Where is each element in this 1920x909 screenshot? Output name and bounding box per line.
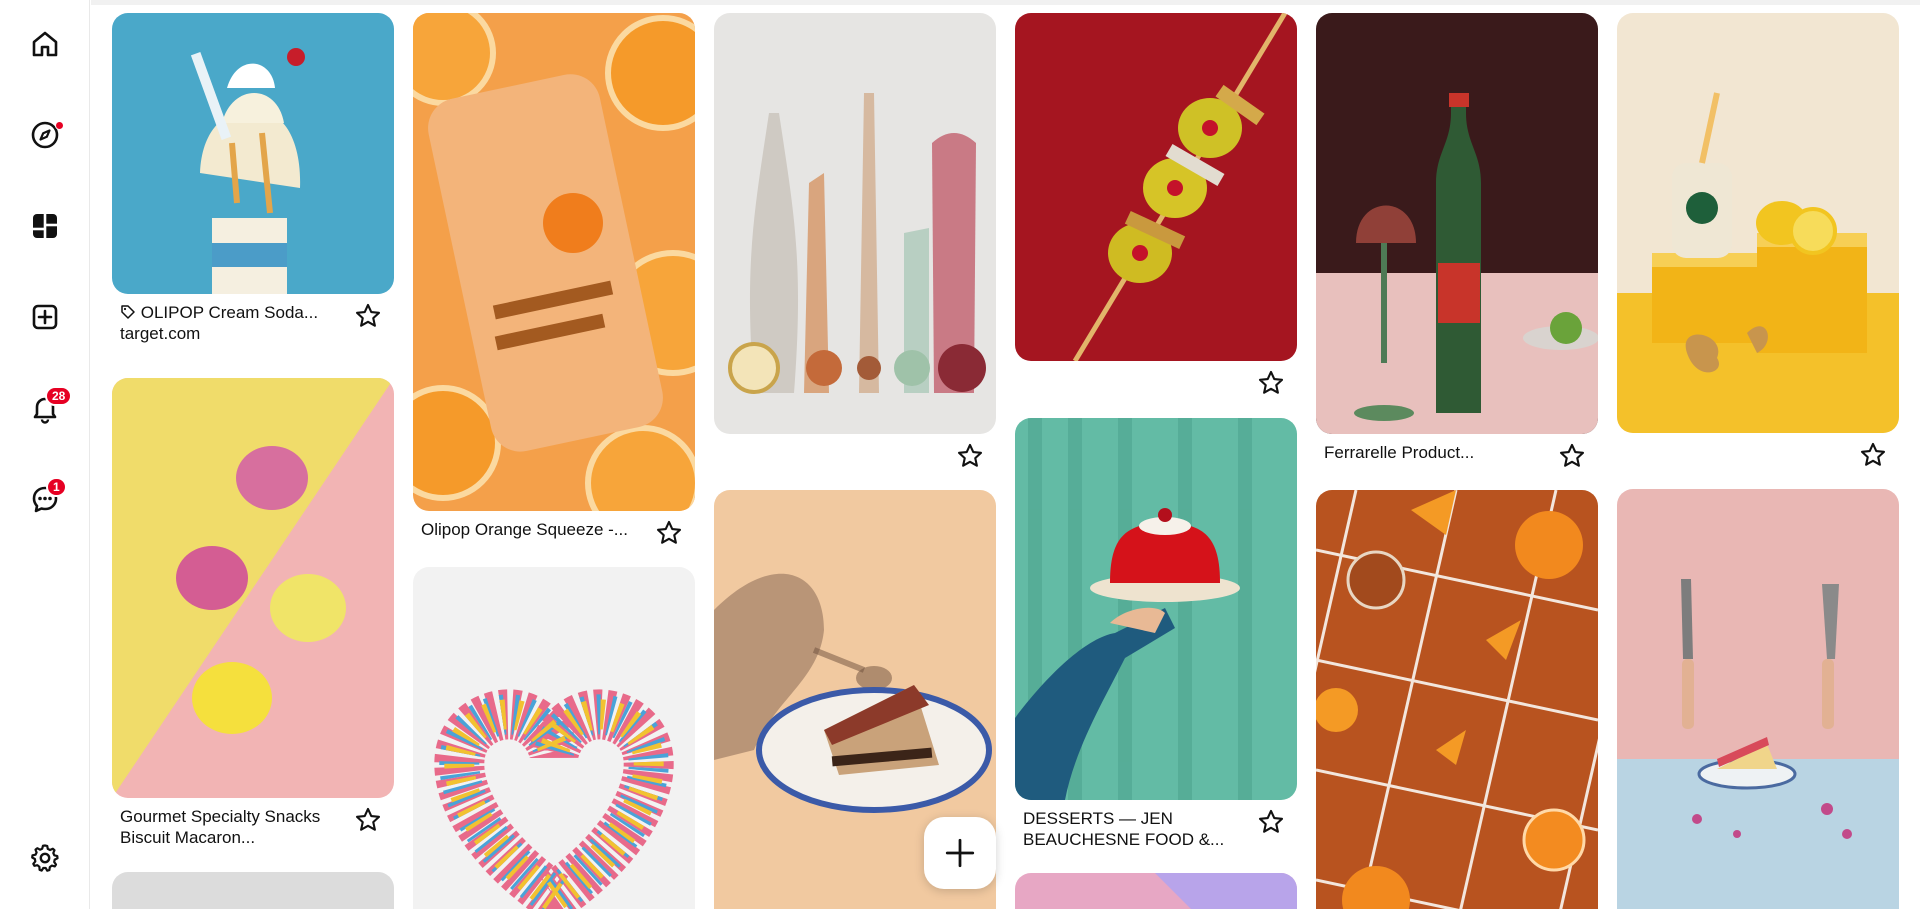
pin-footer: Olipop Orange Squeeze -...	[413, 511, 695, 571]
pin-image[interactable]	[413, 13, 695, 511]
desserts-jello-image	[1015, 418, 1297, 800]
pin-title-block: OLIPOP Cream Soda... target.com	[120, 302, 340, 344]
sidebar-item-explore[interactable]	[21, 111, 69, 159]
sprinkles-heart-image	[413, 567, 695, 909]
star-icon	[1258, 370, 1284, 394]
gear-icon	[31, 844, 59, 872]
floating-add-button[interactable]	[924, 817, 996, 889]
home-icon	[32, 31, 58, 57]
pin-sprinkles-heart[interactable]	[413, 567, 695, 909]
pin-footer	[1617, 433, 1899, 493]
star-icon	[656, 520, 682, 544]
pin-footer	[1015, 361, 1297, 421]
save-star-button[interactable]	[655, 519, 683, 547]
save-star-button[interactable]	[1257, 808, 1285, 836]
sidebar: 28 1	[0, 0, 90, 909]
pin-partial-col1[interactable]	[112, 872, 394, 909]
knife-fork-cake-image	[1617, 489, 1899, 909]
notifications-badge: 28	[45, 386, 73, 406]
pin-image[interactable]	[112, 13, 394, 294]
pin-footer: DESSERTS — JEN BEAUCHESNE FOOD &...	[1015, 800, 1297, 860]
save-star-button[interactable]	[1257, 369, 1285, 397]
star-icon	[1559, 443, 1585, 467]
explore-notification-dot	[55, 121, 64, 130]
sidebar-item-messages[interactable]: 1	[21, 475, 69, 523]
save-star-button[interactable]	[354, 302, 382, 330]
pin-footer: Ferrarelle Product...	[1316, 434, 1598, 494]
pin-image[interactable]	[714, 13, 996, 434]
save-star-button[interactable]	[956, 442, 984, 470]
olipop-cream-soda-image	[112, 13, 394, 294]
pin-title[interactable]: DESSERTS — JEN BEAUCHESNE FOOD &...	[1023, 808, 1243, 850]
pin-image[interactable]	[1316, 490, 1598, 909]
pin-image[interactable]	[112, 872, 394, 909]
pin-footer: Gourmet Specialty Snacks Biscuit Macaron…	[112, 798, 394, 858]
sidebar-item-create[interactable]	[21, 293, 69, 341]
boards-icon	[33, 214, 57, 238]
pin-image[interactable]	[1015, 873, 1297, 909]
pin-footer: OLIPOP Cream Soda... target.com	[112, 294, 394, 354]
pin-image[interactable]	[413, 567, 695, 909]
pin-olipop-cream-soda[interactable]: OLIPOP Cream Soda... target.com	[112, 13, 394, 354]
sidebar-item-home[interactable]	[21, 20, 69, 68]
ginger-lemon-image	[1617, 13, 1899, 433]
save-star-button[interactable]	[354, 806, 382, 834]
settings-button[interactable]	[21, 834, 69, 882]
orange-tiles-image	[1316, 490, 1598, 909]
pin-image[interactable]	[1015, 418, 1297, 800]
pin-partial-col4[interactable]	[1015, 873, 1297, 909]
plus-icon	[945, 838, 975, 868]
bottles-shadows-image	[714, 13, 996, 434]
save-star-button[interactable]	[1558, 442, 1586, 470]
olipop-orange-image	[413, 13, 695, 511]
top-divider	[91, 0, 1920, 5]
star-icon	[355, 303, 381, 327]
pin-knife-fork-cake[interactable]	[1617, 489, 1899, 909]
pin-ginger-lemon[interactable]	[1617, 13, 1899, 493]
olive-rings-image	[1015, 13, 1297, 361]
pin-source[interactable]: target.com	[120, 323, 340, 344]
plus-square-icon	[32, 304, 58, 330]
star-icon	[957, 443, 983, 467]
app-root: 28 1 OLIPOP Cream Soda... target.com Gou…	[0, 0, 1920, 909]
pin-image[interactable]	[1015, 13, 1297, 361]
pin-macarons[interactable]: Gourmet Specialty Snacks Biscuit Macaron…	[112, 378, 394, 858]
pin-olive-rings[interactable]	[1015, 13, 1297, 421]
star-icon	[1860, 442, 1886, 466]
save-star-button[interactable]	[1859, 441, 1887, 469]
pin-desserts-jello[interactable]: DESSERTS — JEN BEAUCHESNE FOOD &...	[1015, 418, 1297, 860]
pin-image[interactable]	[1316, 13, 1598, 434]
partial-pastel-image	[1015, 873, 1297, 909]
pin-footer	[714, 434, 996, 494]
pin-ferrarelle[interactable]: Ferrarelle Product...	[1316, 13, 1598, 494]
pin-olipop-orange[interactable]: Olipop Orange Squeeze -...	[413, 13, 695, 571]
macarons-image	[112, 378, 394, 798]
tag-icon	[120, 304, 136, 320]
ferrarelle-image	[1316, 13, 1598, 434]
pin-image[interactable]	[1617, 13, 1899, 433]
pin-bottles-shadows[interactable]	[714, 13, 996, 494]
pin-image[interactable]	[1617, 489, 1899, 909]
pin-title[interactable]: Gourmet Specialty Snacks Biscuit Macaron…	[120, 806, 340, 848]
messages-badge: 1	[46, 477, 67, 497]
sidebar-item-boards[interactable]	[21, 202, 69, 250]
pin-title[interactable]: OLIPOP Cream Soda...	[141, 303, 318, 322]
pin-orange-tiles[interactable]	[1316, 490, 1598, 909]
pin-image[interactable]	[112, 378, 394, 798]
pin-title[interactable]: Olipop Orange Squeeze -...	[421, 519, 641, 540]
sidebar-item-notifications[interactable]: 28	[21, 384, 73, 432]
star-icon	[355, 807, 381, 831]
star-icon	[1258, 809, 1284, 833]
pin-title[interactable]: Ferrarelle Product...	[1324, 442, 1544, 463]
